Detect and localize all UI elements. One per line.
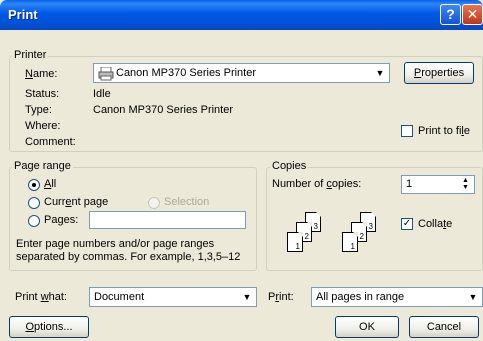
status-value: Idle: [93, 88, 111, 100]
copies-input[interactable]: 1 ▲ ▼: [401, 175, 475, 194]
comment-label: Comment:: [25, 136, 76, 148]
page-range-pages-radio[interactable]: [28, 215, 40, 227]
where-label: Where:: [25, 120, 61, 132]
print-label: Print:: [268, 291, 294, 303]
options-button[interactable]: Options...: [9, 316, 89, 338]
close-icon[interactable]: ✕: [462, 4, 483, 25]
chevron-down-icon[interactable]: ▼: [239, 289, 255, 305]
properties-button[interactable]: Properties: [404, 62, 474, 84]
page-range-hint-line1: Enter page numbers and/or page ranges: [16, 238, 215, 250]
printer-group-label: Printer: [12, 49, 49, 61]
cancel-button[interactable]: Cancel: [409, 316, 479, 338]
type-label: Type:: [25, 104, 52, 116]
chevron-down-icon[interactable]: ▼: [372, 65, 388, 81]
copies-group-label: Copies: [270, 160, 309, 172]
copies-value: 1: [406, 178, 413, 190]
status-label: Status:: [25, 88, 60, 100]
print-value: All pages in range: [316, 291, 405, 303]
page-range-selection-radio[interactable]: [148, 197, 160, 209]
page-icon: 1: [342, 232, 358, 252]
page-range-all-radio[interactable]: [28, 179, 40, 191]
name-label: Name:: [25, 68, 58, 80]
window-title: Print: [8, 7, 38, 22]
printer-icon: [98, 67, 114, 81]
print-select[interactable]: All pages in range ▼: [311, 287, 483, 307]
title-bar: Print ? ✕: [0, 0, 483, 30]
print-what-label: Print what:: [15, 291, 67, 303]
chevron-down-icon[interactable]: ▼: [465, 289, 481, 305]
collate-label: Collate: [418, 218, 453, 230]
printer-name-value: Canon MP370 Series Printer: [116, 67, 257, 79]
number-of-copies-label: Number of copies:: [272, 178, 362, 190]
page-range-pages-label: Pages:: [44, 214, 79, 226]
page-range-current-radio[interactable]: [28, 197, 40, 209]
page-range-group-label: Page range: [12, 160, 73, 172]
page-range-selection-label: Selection: [164, 196, 210, 208]
printer-name-select[interactable]: Canon MP370 Series Printer ▼: [93, 63, 390, 83]
type-value: Canon MP370 Series Printer: [93, 104, 234, 116]
print-to-file-checkbox[interactable]: [401, 125, 413, 137]
page-range-all-label: All: [44, 178, 57, 190]
page-range-hint-line2: separated by commas. For example, 1,3,5–…: [16, 251, 241, 263]
pages-input[interactable]: [89, 211, 246, 229]
print-to-file-label: Print to file: [418, 125, 470, 137]
page-icon: 1: [287, 232, 303, 252]
ok-button[interactable]: OK: [335, 316, 399, 338]
print-what-select[interactable]: Document ▼: [89, 287, 257, 307]
collate-checkbox[interactable]: ✓: [401, 218, 413, 230]
copies-spinner[interactable]: ▲ ▼: [458, 177, 473, 192]
print-what-value: Document: [94, 291, 145, 303]
help-icon[interactable]: ?: [440, 4, 461, 25]
page-range-current-label: Current page: [44, 196, 109, 208]
